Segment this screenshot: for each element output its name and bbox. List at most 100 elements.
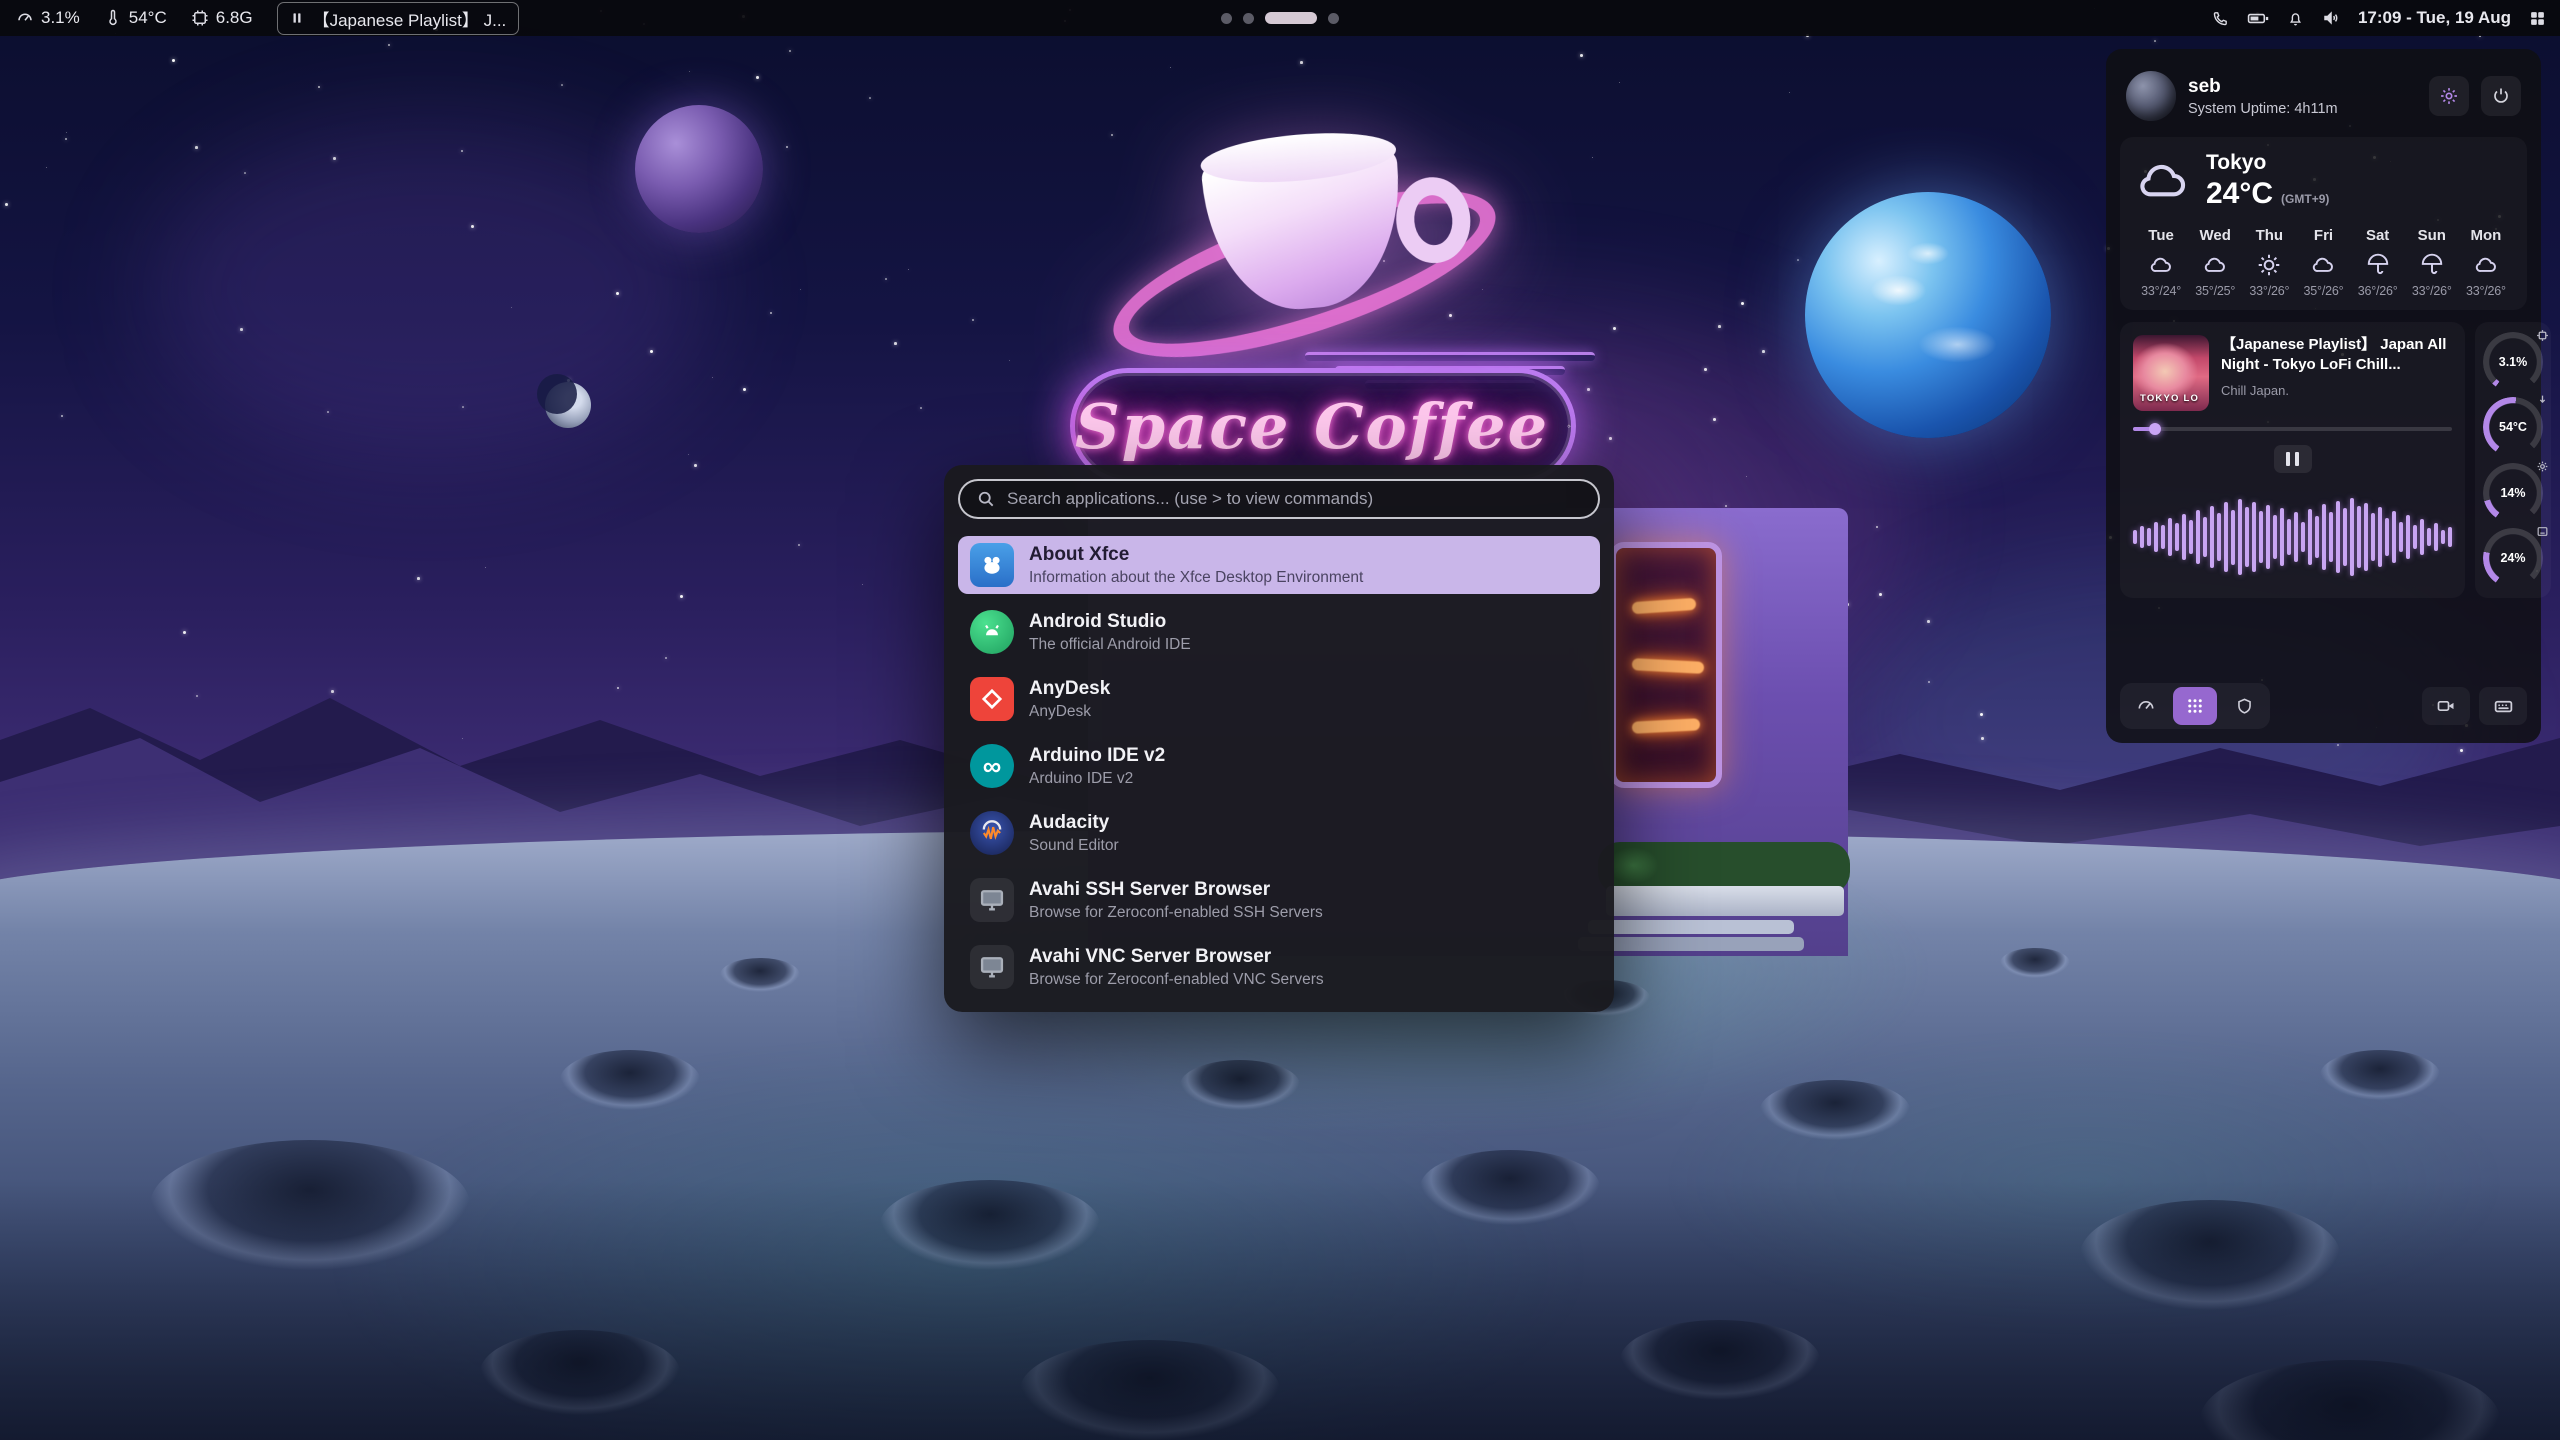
memory-indicator[interactable]: 6.8G [191, 8, 253, 28]
avatar[interactable] [2126, 71, 2176, 121]
cloud-icon [2134, 152, 2192, 210]
weather-current-temp: 24°C [2206, 177, 2273, 211]
app-title: AnyDesk [1029, 677, 1110, 701]
temperature-gauge-value: 54°C [2483, 397, 2543, 457]
app-title: Audacity [1029, 811, 1119, 835]
memory-gauge: 14% [2483, 463, 2543, 523]
apps-button[interactable] [2173, 687, 2217, 725]
launcher-item[interactable]: Avahi SSH Server Browser Browse for Zero… [958, 871, 1600, 929]
dock-left-group [2120, 683, 2270, 729]
cloud-icon [2459, 252, 2513, 278]
pediment-bar [1305, 352, 1595, 361]
cpu-chip-icon [2536, 329, 2549, 342]
cpu-gauge-value: 3.1% [2483, 332, 2543, 392]
crater [1760, 1080, 1910, 1140]
launcher-results: About Xfce Information about the Xfce De… [958, 536, 1600, 996]
progress-handle[interactable] [2149, 423, 2161, 435]
cpu-usage-text: 3.1% [41, 8, 80, 28]
thermometer-icon [2536, 394, 2549, 407]
forecast-day: Fri 35°/26° [2296, 227, 2350, 298]
pause-button[interactable] [2274, 445, 2312, 473]
quick-actions [2120, 683, 2527, 729]
window-neon [1632, 658, 1705, 674]
crater [1180, 1060, 1300, 1110]
media-player: TOKYO LO 【Japanese Playlist】 Japan All N… [2120, 322, 2465, 598]
steps [1588, 920, 1794, 951]
launcher-item[interactable]: About Xfce Information about the Xfce De… [958, 536, 1600, 594]
album-art-text: TOKYO LO [2140, 393, 2199, 404]
arduino-icon: ∞ [970, 744, 1014, 788]
vignette [0, 1180, 2560, 1440]
app-subtitle: Browse for Zeroconf-enabled SSH Servers [1029, 904, 1323, 922]
user-section: seb System Uptime: 4h11m [2120, 63, 2527, 125]
cpu-gauge-icon [16, 9, 34, 27]
crater [560, 1050, 700, 1110]
temp-indicator[interactable]: 54°C [104, 8, 167, 28]
memory-gauge-value: 14% [2483, 463, 2543, 523]
volume-icon[interactable] [2322, 9, 2340, 27]
launcher-item[interactable]: Android Studio The official Android IDE [958, 603, 1600, 661]
media-subtitle: Chill Japan. [2221, 383, 2452, 398]
weather-timezone: (GMT+9) [2281, 192, 2329, 206]
cloud-icon [2188, 252, 2242, 278]
notifications-bell-icon[interactable] [2287, 10, 2304, 27]
weather-widget[interactable]: Tokyo 24°C (GMT+9) Tue 33°/24° Wed 35°/2… [2120, 137, 2527, 310]
launcher-item[interactable]: Avahi VNC Server Browser Browse for Zero… [958, 938, 1600, 996]
disk-gauge: 24% [2483, 528, 2543, 588]
app-title: About Xfce [1029, 543, 1363, 567]
temperature-gauge: 54°C [2483, 397, 2543, 457]
forecast-day: Thu 33°/26° [2242, 227, 2296, 298]
shield-button[interactable] [2222, 687, 2266, 725]
cpu-indicator[interactable]: 3.1% [16, 8, 80, 28]
crater [2320, 1050, 2440, 1100]
app-subtitle: The official Android IDE [1029, 636, 1191, 654]
dashboard-panel: seb System Uptime: 4h11m Tokyo 24°C (GMT… [2106, 49, 2541, 743]
memory-chip-icon [191, 9, 209, 27]
app-subtitle: Browse for Zeroconf-enabled VNC Servers [1029, 971, 1324, 989]
coffee-cup-icon [1567, 403, 1571, 449]
avahi-vnc-icon [970, 945, 1014, 989]
clock[interactable]: 17:09 - Tue, 19 Aug [2358, 8, 2511, 28]
window-neon [1632, 598, 1697, 614]
app-grid-icon[interactable] [2529, 10, 2546, 27]
app-title: Avahi VNC Server Browser [1029, 945, 1324, 969]
battery-icon[interactable] [2247, 10, 2269, 27]
launcher-item[interactable]: ∞ Arduino IDE v2 Arduino IDE v2 [958, 737, 1600, 795]
album-art[interactable]: TOKYO LO [2133, 335, 2209, 411]
stats-button[interactable] [2124, 687, 2168, 725]
app-subtitle: Sound Editor [1029, 837, 1119, 855]
phone-icon[interactable] [2212, 10, 2229, 27]
power-button[interactable] [2481, 76, 2521, 116]
playback-progress[interactable] [2133, 427, 2452, 431]
cloud-icon [2296, 252, 2350, 278]
umbrella-rain-icon [2405, 252, 2459, 278]
now-playing-widget[interactable]: 【Japanese Playlist】 J... [277, 2, 520, 35]
umbrella-rain-icon [2351, 252, 2405, 278]
media-title: 【Japanese Playlist】 Japan All Night - To… [2221, 335, 2452, 376]
workspace-dot[interactable] [1243, 13, 1254, 24]
temp-text: 54°C [129, 8, 167, 28]
launcher-item[interactable]: AnyDesk AnyDesk [958, 670, 1600, 728]
system-uptime: System Uptime: 4h11m [2188, 101, 2417, 117]
workspace-dot[interactable] [1221, 13, 1232, 24]
saturn-coffee-cup [1122, 125, 1499, 366]
app-title: Android Studio [1029, 610, 1191, 634]
weather-header: Tokyo 24°C (GMT+9) [2134, 151, 2513, 211]
keyboard-button[interactable] [2479, 687, 2527, 725]
sun-icon [2242, 252, 2296, 278]
cloud-icon [2134, 252, 2188, 278]
settings-button[interactable] [2429, 76, 2469, 116]
xfce-icon [970, 543, 1014, 587]
workspace-dot[interactable] [1328, 13, 1339, 24]
launcher-item[interactable]: Audacity Sound Editor [958, 804, 1600, 862]
neon-sign-text: Space Coffee [1075, 390, 1549, 463]
search-input[interactable] [1007, 489, 1582, 509]
workspace-active-pill[interactable] [1265, 12, 1317, 24]
search-icon [976, 489, 996, 509]
search-bar[interactable] [958, 479, 1600, 519]
planter-box [1606, 886, 1844, 916]
cpu-gauge: 3.1% [2483, 332, 2543, 392]
app-title: Avahi SSH Server Browser [1029, 878, 1323, 902]
forecast-day: Mon 33°/26° [2459, 227, 2513, 298]
screencast-button[interactable] [2422, 687, 2470, 725]
